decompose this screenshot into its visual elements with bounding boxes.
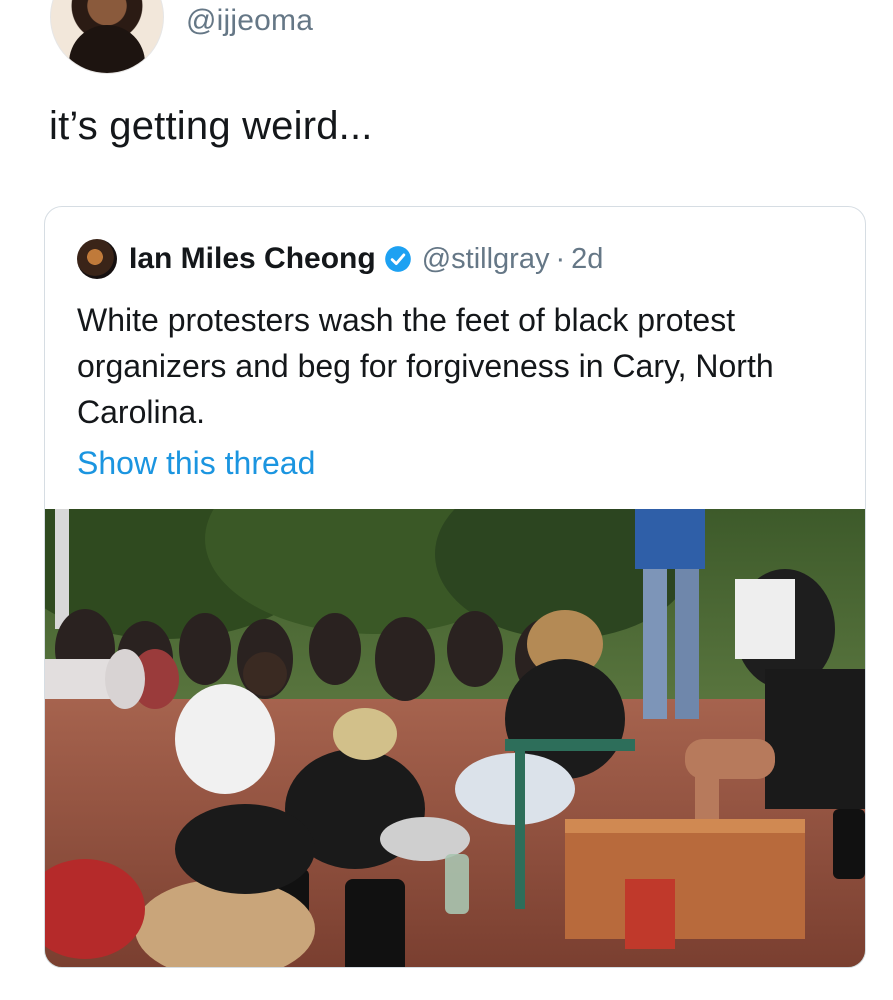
user-avatar[interactable] (50, 0, 164, 74)
quoted-tweet-photo[interactable] (45, 509, 865, 967)
user-handle[interactable]: @ijjeoma (186, 4, 313, 38)
tweet-text: it’s getting weird... (49, 104, 373, 148)
quoted-author-avatar[interactable] (77, 239, 117, 279)
quoted-tweet-time[interactable]: 2d (571, 243, 603, 276)
show-thread-link[interactable]: Show this thread (77, 445, 315, 482)
quoted-tweet-header: Ian Miles Cheong @stillgray · 2d (77, 237, 603, 281)
photo-scene (45, 509, 865, 967)
quoted-tweet-text: White protesters wash the feet of black … (77, 302, 774, 430)
meta-separator: · (555, 242, 566, 275)
quoted-author-handle[interactable]: @stillgray (422, 243, 550, 276)
avatar-figure (69, 25, 145, 73)
quoted-author-name[interactable]: Ian Miles Cheong (129, 242, 376, 276)
quoted-tweet-card[interactable]: Ian Miles Cheong @stillgray · 2d White p… (44, 206, 866, 968)
verified-badge-icon (384, 245, 412, 273)
